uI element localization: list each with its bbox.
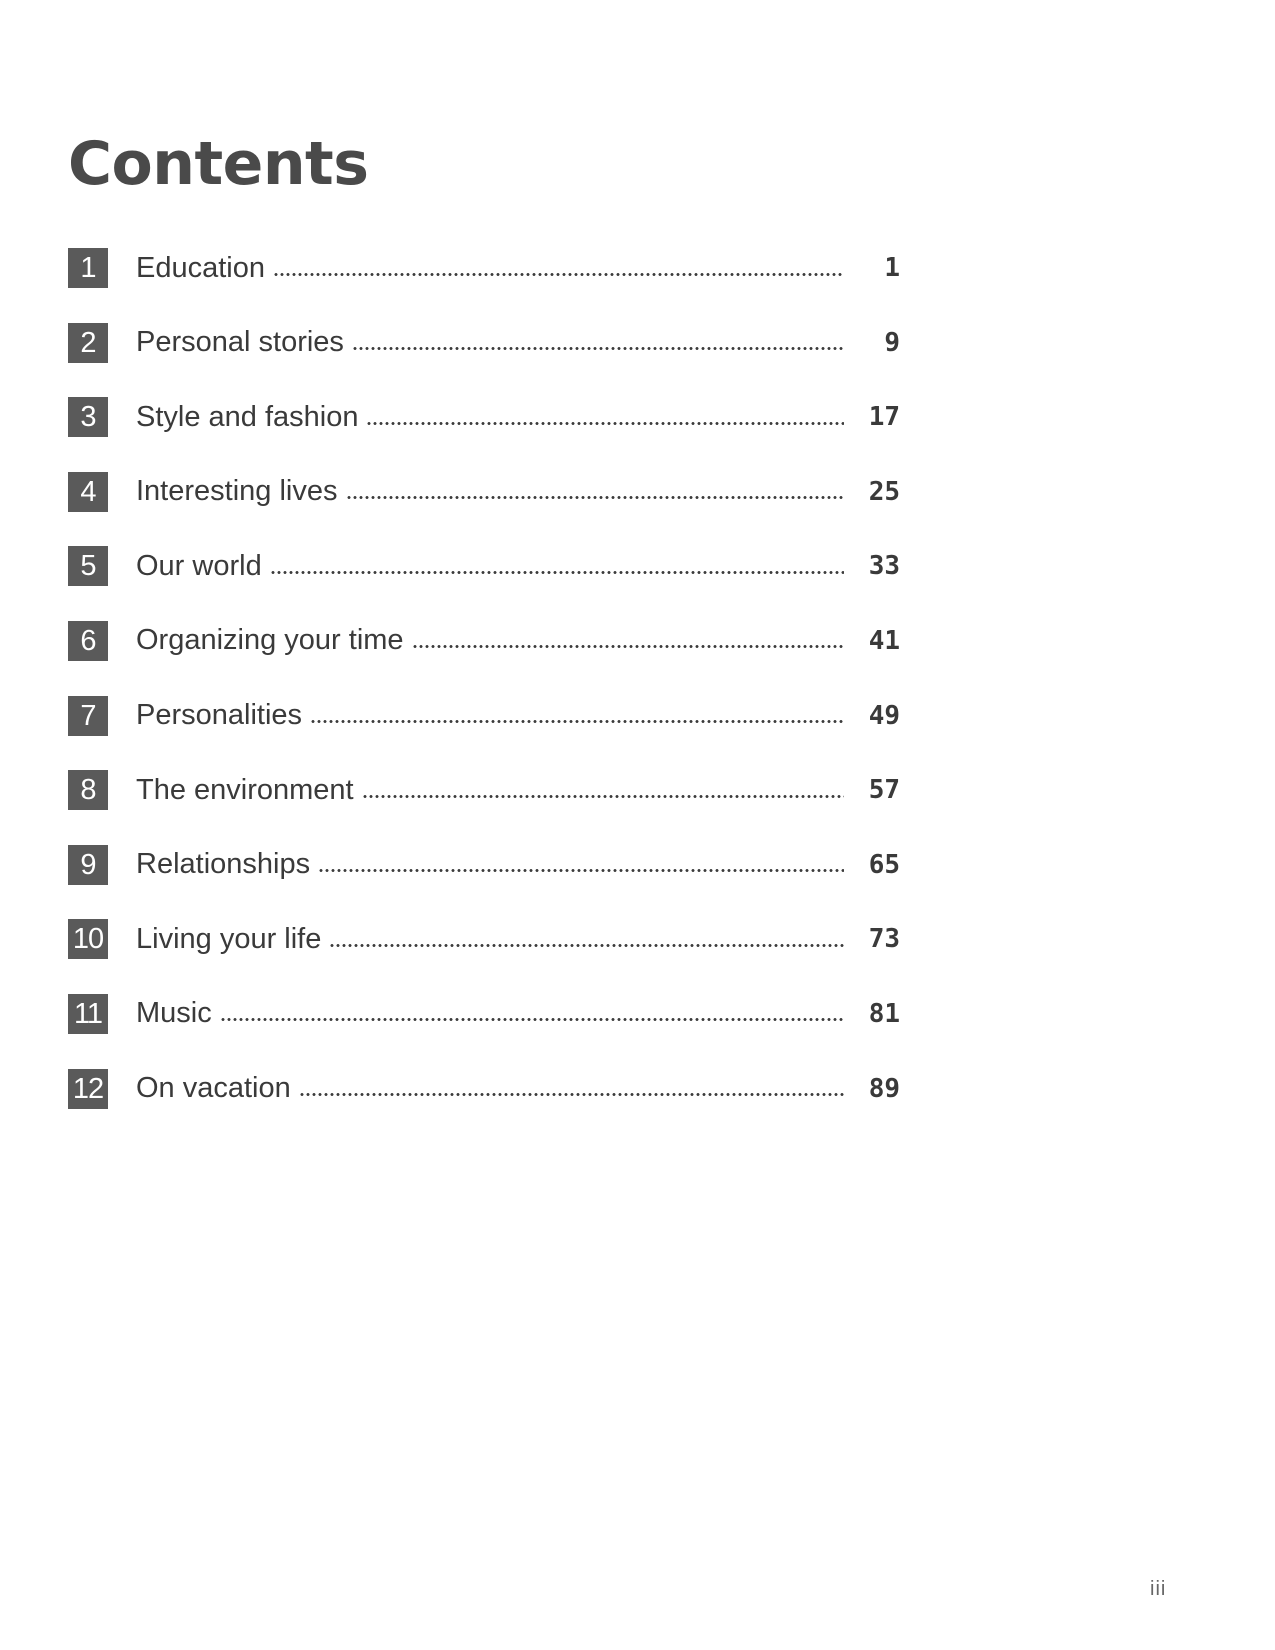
- unit-number-badge: 2: [68, 322, 108, 363]
- unit-number-badge: 12: [68, 1068, 108, 1109]
- dot-leader: [318, 869, 844, 873]
- toc-entry[interactable]: 9 Relationships 65: [68, 844, 900, 885]
- page-folio: iii: [1150, 1578, 1167, 1600]
- unit-title: Style and fashion: [136, 400, 359, 433]
- unit-number-badge: 1: [68, 248, 108, 288]
- dot-leader: [269, 570, 844, 574]
- toc-entry[interactable]: 12 On vacation 89: [68, 1068, 900, 1109]
- dot-leader: [298, 1093, 844, 1097]
- toc-entry[interactable]: 3 Style and fashion 17: [68, 397, 900, 438]
- unit-number-badge: 8: [68, 770, 108, 811]
- unit-number-badge: 5: [68, 546, 108, 587]
- dot-leader: [310, 720, 844, 724]
- unit-number-badge: 3: [68, 397, 108, 438]
- unit-number-badge: 9: [68, 844, 108, 885]
- toc-entry[interactable]: 4 Interesting lives 25: [68, 471, 900, 512]
- unit-title: Music: [136, 997, 212, 1030]
- toc-entry[interactable]: 6 Organizing your time 41: [68, 620, 900, 661]
- page-number: 65: [868, 849, 900, 880]
- dot-leader: [361, 794, 844, 798]
- dot-leader: [329, 943, 844, 947]
- unit-title: Personal stories: [136, 326, 344, 359]
- dot-leader: [273, 272, 844, 276]
- toc-entry[interactable]: 2 Personal stories 9: [68, 322, 900, 363]
- toc-entry[interactable]: 8 The environment 57: [68, 770, 900, 811]
- page-number: 33: [868, 551, 900, 582]
- unit-title: Personalities: [136, 699, 303, 732]
- toc-entry[interactable]: 7 Personalities 49: [68, 695, 900, 736]
- dot-leader: [411, 645, 844, 649]
- dot-leader: [351, 347, 844, 351]
- table-of-contents: 1 Education 1 2 Personal stories 9 3 Sty…: [68, 248, 900, 1143]
- unit-number-badge: 6: [68, 620, 108, 661]
- page-number: 89: [868, 1073, 900, 1104]
- page-number: 17: [868, 402, 900, 433]
- unit-number-badge: 4: [68, 471, 108, 512]
- unit-number-badge: 11: [68, 993, 108, 1034]
- toc-entry[interactable]: 11 Music 81: [68, 993, 900, 1034]
- unit-title: Interesting lives: [136, 475, 338, 508]
- toc-entry[interactable]: 1 Education 1: [68, 248, 900, 288]
- unit-title: The environment: [136, 773, 354, 806]
- unit-title: Organizing your time: [136, 624, 404, 657]
- page-number: 57: [868, 775, 900, 806]
- toc-entry[interactable]: 5 Our world 33: [68, 546, 900, 587]
- unit-title: On vacation: [136, 1072, 291, 1105]
- toc-entry[interactable]: 10 Living your life 73: [68, 919, 900, 960]
- unit-number-badge: 7: [68, 695, 108, 736]
- unit-number-badge: 10: [68, 919, 108, 960]
- page-title: Contents: [68, 129, 369, 199]
- page-number: 9: [884, 327, 900, 358]
- unit-title: Living your life: [136, 922, 322, 955]
- page-number: 49: [868, 700, 900, 731]
- unit-title: Our world: [136, 549, 262, 582]
- page-number: 25: [868, 476, 900, 507]
- dot-leader: [345, 496, 844, 500]
- page-number: 73: [868, 924, 900, 955]
- unit-title: Education: [136, 251, 265, 284]
- page-number: 81: [868, 998, 900, 1029]
- page-number: 1: [884, 253, 900, 283]
- unit-title: Relationships: [136, 848, 311, 881]
- dot-leader: [219, 1018, 844, 1022]
- dot-leader: [366, 421, 844, 425]
- page-number: 41: [868, 625, 900, 656]
